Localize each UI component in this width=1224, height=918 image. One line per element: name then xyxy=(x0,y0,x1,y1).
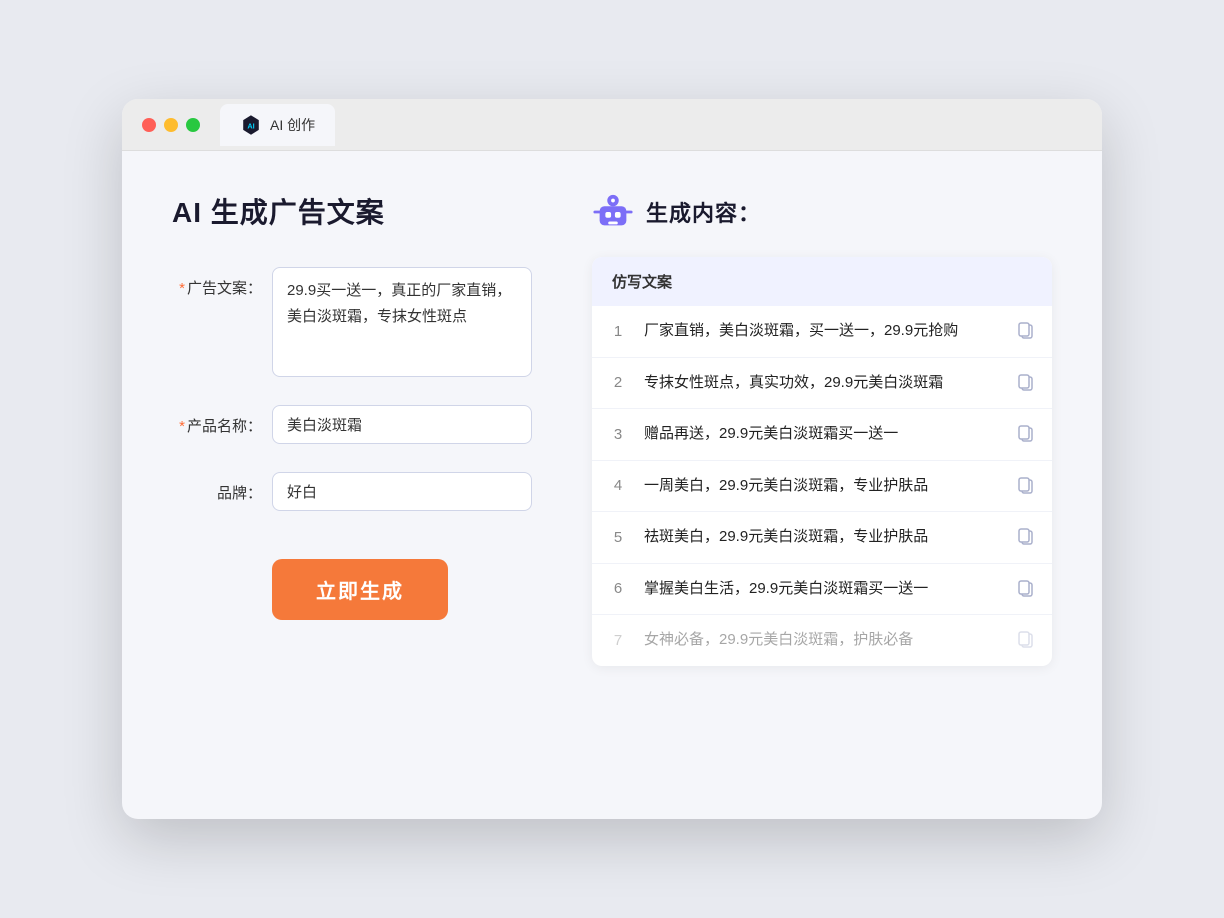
generate-button[interactable]: 立即生成 xyxy=(272,559,448,620)
copy-icon[interactable] xyxy=(1016,630,1036,650)
traffic-lights xyxy=(142,118,200,132)
robot-icon xyxy=(592,191,634,233)
maximize-button[interactable] xyxy=(186,118,200,132)
table-row: 3 赠品再送，29.9元美白淡斑霜买一送一 xyxy=(592,409,1052,461)
row-text: 女神必备，29.9元美白淡斑霜，护肤必备 xyxy=(644,629,1000,652)
ai-tab-icon: AI xyxy=(240,114,262,136)
ai-creation-tab[interactable]: AI AI 创作 xyxy=(220,104,335,146)
minimize-button[interactable] xyxy=(164,118,178,132)
brand-input[interactable] xyxy=(272,472,532,511)
title-bar: AI AI 创作 xyxy=(122,99,1102,151)
brand-group: 品牌： xyxy=(172,472,532,511)
table-row: 4 一周美白，29.9元美白淡斑霜，专业护肤品 xyxy=(592,461,1052,513)
ad-copy-group: *广告文案： 29.9买一送一，真正的厂家直销，美白淡斑霜，专抹女性斑点 xyxy=(172,267,532,377)
row-num: 4 xyxy=(608,477,628,494)
row-num: 3 xyxy=(608,426,628,443)
table-row: 2 专抹女性斑点，真实功效，29.9元美白淡斑霜 xyxy=(592,358,1052,410)
result-header: 生成内容： xyxy=(592,191,1052,233)
svg-text:AI: AI xyxy=(247,121,254,130)
brand-label: 品牌： xyxy=(172,472,262,503)
row-num: 1 xyxy=(608,323,628,340)
row-text: 厂家直销，美白淡斑霜，买一送一，29.9元抢购 xyxy=(644,320,1000,343)
content-area: AI 生成广告文案 *广告文案： 29.9买一送一，真正的厂家直销，美白淡斑霜，… xyxy=(122,151,1102,811)
tab-label: AI 创作 xyxy=(270,115,315,135)
row-text: 专抹女性斑点，真实功效，29.9元美白淡斑霜 xyxy=(644,372,1000,395)
browser-window: AI AI 创作 AI 生成广告文案 *广告文案： 29.9买一送一，真正的厂家… xyxy=(122,99,1102,819)
copy-icon[interactable] xyxy=(1016,527,1036,547)
results-table: 仿写文案 1 厂家直销，美白淡斑霜，买一送一，29.9元抢购 2 专抹女性斑点，… xyxy=(592,257,1052,666)
ad-copy-label: *广告文案： xyxy=(172,267,262,298)
required-star-product: * xyxy=(179,418,185,435)
row-text: 祛斑美白，29.9元美白淡斑霜，专业护肤品 xyxy=(644,526,1000,549)
table-row: 1 厂家直销，美白淡斑霜，买一送一，29.9元抢购 xyxy=(592,306,1052,358)
required-star-ad: * xyxy=(179,280,185,297)
table-row: 6 掌握美白生活，29.9元美白淡斑霜买一送一 xyxy=(592,564,1052,616)
row-text: 赠品再送，29.9元美白淡斑霜买一送一 xyxy=(644,423,1000,446)
product-name-label: *产品名称： xyxy=(172,405,262,436)
row-num: 2 xyxy=(608,374,628,391)
row-num: 7 xyxy=(608,632,628,649)
row-num: 5 xyxy=(608,529,628,546)
table-row: 7 女神必备，29.9元美白淡斑霜，护肤必备 xyxy=(592,615,1052,666)
row-text: 一周美白，29.9元美白淡斑霜，专业护肤品 xyxy=(644,475,1000,498)
page-title: AI 生成广告文案 xyxy=(172,191,532,231)
product-name-group: *产品名称： xyxy=(172,405,532,444)
copy-icon[interactable] xyxy=(1016,424,1036,444)
left-panel: AI 生成广告文案 *广告文案： 29.9买一送一，真正的厂家直销，美白淡斑霜，… xyxy=(172,191,532,771)
copy-icon[interactable] xyxy=(1016,476,1036,496)
ad-copy-textarea[interactable]: 29.9买一送一，真正的厂家直销，美白淡斑霜，专抹女性斑点 xyxy=(272,267,532,377)
copy-icon[interactable] xyxy=(1016,321,1036,341)
product-name-input[interactable] xyxy=(272,405,532,444)
right-panel: 生成内容： 仿写文案 1 厂家直销，美白淡斑霜，买一送一，29.9元抢购 2 专… xyxy=(592,191,1052,771)
row-text: 掌握美白生活，29.9元美白淡斑霜买一送一 xyxy=(644,578,1000,601)
close-button[interactable] xyxy=(142,118,156,132)
table-header: 仿写文案 xyxy=(592,257,1052,306)
table-row: 5 祛斑美白，29.9元美白淡斑霜，专业护肤品 xyxy=(592,512,1052,564)
row-num: 6 xyxy=(608,580,628,597)
copy-icon[interactable] xyxy=(1016,373,1036,393)
copy-icon[interactable] xyxy=(1016,579,1036,599)
result-title: 生成内容： xyxy=(646,196,761,228)
